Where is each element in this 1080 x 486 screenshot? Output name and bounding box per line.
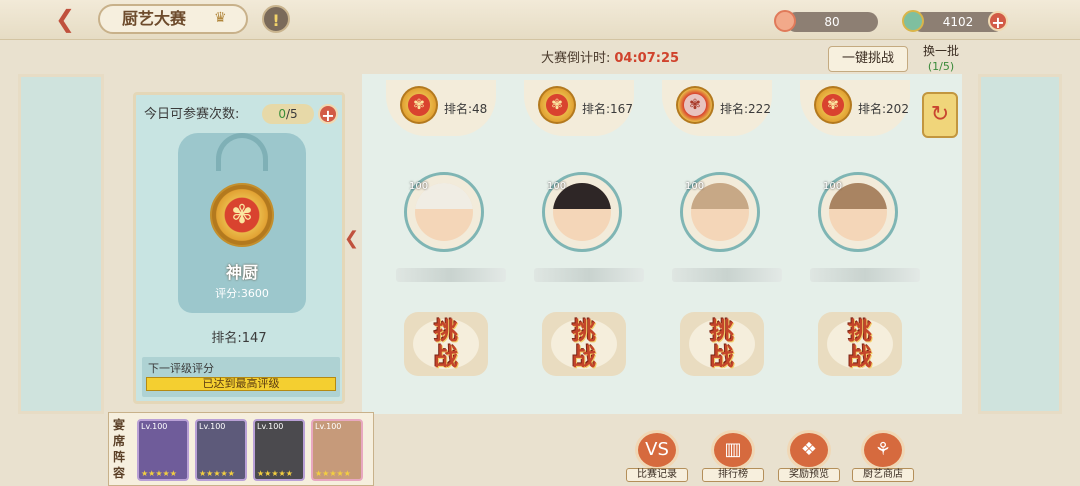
- opponent-name-blurred: [672, 268, 782, 282]
- opponent-name-blurred: [396, 268, 506, 282]
- rank-medal-icon: ✾: [400, 86, 438, 124]
- nav-label: 排行榜: [702, 468, 764, 482]
- opponent-rank: 排名:222: [720, 102, 771, 116]
- attempts-counter: 0/5: [262, 104, 314, 124]
- right-wall-panel: [978, 74, 1062, 414]
- challenge-text-top: 挑: [848, 316, 872, 345]
- star-rating-icon: ★★★★★: [199, 469, 235, 478]
- player-card: 今日可参赛次数: 0/5 + ✾ 神厨 评分:3600 排名:147 下一评级评…: [133, 92, 345, 404]
- challenge-text-top: 挑: [434, 316, 458, 345]
- collapse-arrow-icon[interactable]: ❮: [344, 228, 359, 249]
- opponent-card: ✾ 排名:48 100 挑战: [374, 80, 506, 400]
- cooking-shop-button[interactable]: ⚘ 厨艺商店: [852, 430, 914, 482]
- lineup-chef-card[interactable]: Lv.100 ★★★★★: [137, 419, 189, 481]
- crown-icon: ♛: [214, 10, 227, 26]
- nav-label: 奖励预览: [778, 468, 840, 482]
- opponent-rank: 排名:167: [582, 102, 633, 116]
- challenge-text-bottom: 战: [572, 342, 596, 371]
- avatar-level: 100: [547, 181, 567, 192]
- reward-icon: ❖: [787, 430, 831, 470]
- next-tier-progress: 已达到最高评级: [146, 377, 336, 391]
- challenge-button[interactable]: 挑战: [680, 312, 764, 376]
- apron-strap: [216, 133, 268, 171]
- star-rating-icon: ★★★★★: [141, 469, 177, 478]
- lineup-label: 宴席阵容: [113, 418, 126, 480]
- add-coin-button[interactable]: +: [988, 11, 1008, 32]
- refresh-count: (1/5): [927, 60, 955, 73]
- opponent-name-blurred: [534, 268, 644, 282]
- chef-level: Lv.100: [141, 422, 168, 431]
- reward-preview-button[interactable]: ❖ 奖励预览: [778, 430, 840, 482]
- avatar-level: 100: [409, 181, 429, 192]
- opponent-rank: 排名:202: [858, 102, 909, 116]
- nav-label: 比赛记录: [626, 468, 688, 482]
- challenge-text-bottom: 战: [710, 342, 734, 371]
- lineup-chef-card[interactable]: Lv.100 ★★★★★: [253, 419, 305, 481]
- peach-count: 80: [786, 12, 878, 32]
- refresh-icon: ↻: [930, 102, 950, 127]
- rank-medal-icon: ✾: [676, 86, 714, 124]
- countdown-label: 大赛倒计时:: [540, 51, 611, 66]
- attempts-max: /5: [285, 107, 298, 121]
- rank-medal-icon: ✾: [210, 183, 274, 247]
- back-arrow-icon[interactable]: ❮: [50, 6, 80, 32]
- rank-medal-icon: ✾: [814, 86, 852, 124]
- chef-level: Lv.100: [199, 422, 226, 431]
- banquet-lineup: 宴席阵容 Lv.100 ★★★★★ Lv.100 ★★★★★ Lv.100 ★★…: [108, 412, 374, 486]
- challenge-text-top: 挑: [710, 316, 734, 345]
- opponent-card: ✾ 排名:202 100 挑战: [788, 80, 920, 400]
- attempts-current: 0: [278, 107, 286, 121]
- opponent-avatar[interactable]: 100: [818, 172, 898, 252]
- countdown-value: 04:07:25: [614, 51, 680, 66]
- one-key-challenge-button[interactable]: 一键挑战: [828, 46, 908, 72]
- attempts-label: 今日可参赛次数:: [144, 107, 240, 122]
- avatar-level: 100: [685, 181, 705, 192]
- rank-title: 神厨: [225, 263, 258, 282]
- peach-icon: [774, 10, 796, 32]
- avatar-level: 100: [823, 181, 843, 192]
- shop-icon: ⚘: [861, 430, 905, 470]
- left-wall-panel: [18, 74, 104, 414]
- add-attempts-button[interactable]: +: [318, 104, 338, 125]
- challenge-button[interactable]: 挑战: [818, 312, 902, 376]
- opponent-avatar[interactable]: 100: [542, 172, 622, 252]
- opponent-card: ✾ 排名:167 100 挑战: [512, 80, 644, 400]
- opponent-card: ✾ 排名:222 100 挑战: [650, 80, 782, 400]
- chef-level: Lv.100: [315, 422, 342, 431]
- star-rating-icon: ★★★★★: [315, 469, 351, 478]
- challenge-button[interactable]: 挑战: [542, 312, 626, 376]
- apron-badge: ✾ 神厨 评分:3600: [178, 133, 306, 313]
- next-tier-label: 下一评级评分: [148, 362, 214, 375]
- top-bar: ❮ 厨艺大赛 ♛ ! 80 4102 +: [0, 0, 1080, 40]
- vs-icon: VS: [635, 430, 679, 470]
- challenge-text-bottom: 战: [434, 342, 458, 371]
- nav-label: 厨艺商店: [852, 468, 914, 482]
- lineup-chef-card[interactable]: Lv.100 ★★★★★: [311, 419, 363, 481]
- ranking-icon: ▥: [711, 430, 755, 470]
- coin-icon: [902, 10, 924, 32]
- refresh-label-text: 换一批: [922, 44, 959, 58]
- opponent-name-blurred: [810, 268, 920, 282]
- match-record-button[interactable]: VS 比赛记录: [626, 430, 688, 482]
- player-score: 评分:3600: [215, 287, 269, 300]
- leaderboard-button[interactable]: ▥ 排行榜: [702, 430, 764, 482]
- star-rating-icon: ★★★★★: [257, 469, 293, 478]
- player-rank: 排名:147: [211, 331, 267, 346]
- lineup-chef-card[interactable]: Lv.100 ★★★★★: [195, 419, 247, 481]
- opponent-avatar[interactable]: 100: [680, 172, 760, 252]
- info-icon[interactable]: !: [262, 5, 290, 33]
- challenge-text-top: 挑: [572, 316, 596, 345]
- chef-level: Lv.100: [257, 422, 284, 431]
- countdown-bar: 大赛倒计时: 04:07:25: [400, 44, 820, 74]
- opponent-rank: 排名:48: [444, 102, 488, 116]
- challenge-text-bottom: 战: [848, 342, 872, 371]
- next-tier-box: 下一评级评分 已达到最高评级: [142, 357, 340, 397]
- refresh-label: 换一批 (1/5): [916, 44, 966, 74]
- challenge-button[interactable]: 挑战: [404, 312, 488, 376]
- refresh-button[interactable]: ↻: [922, 92, 958, 138]
- opponent-avatar[interactable]: 100: [404, 172, 484, 252]
- rank-medal-icon: ✾: [538, 86, 576, 124]
